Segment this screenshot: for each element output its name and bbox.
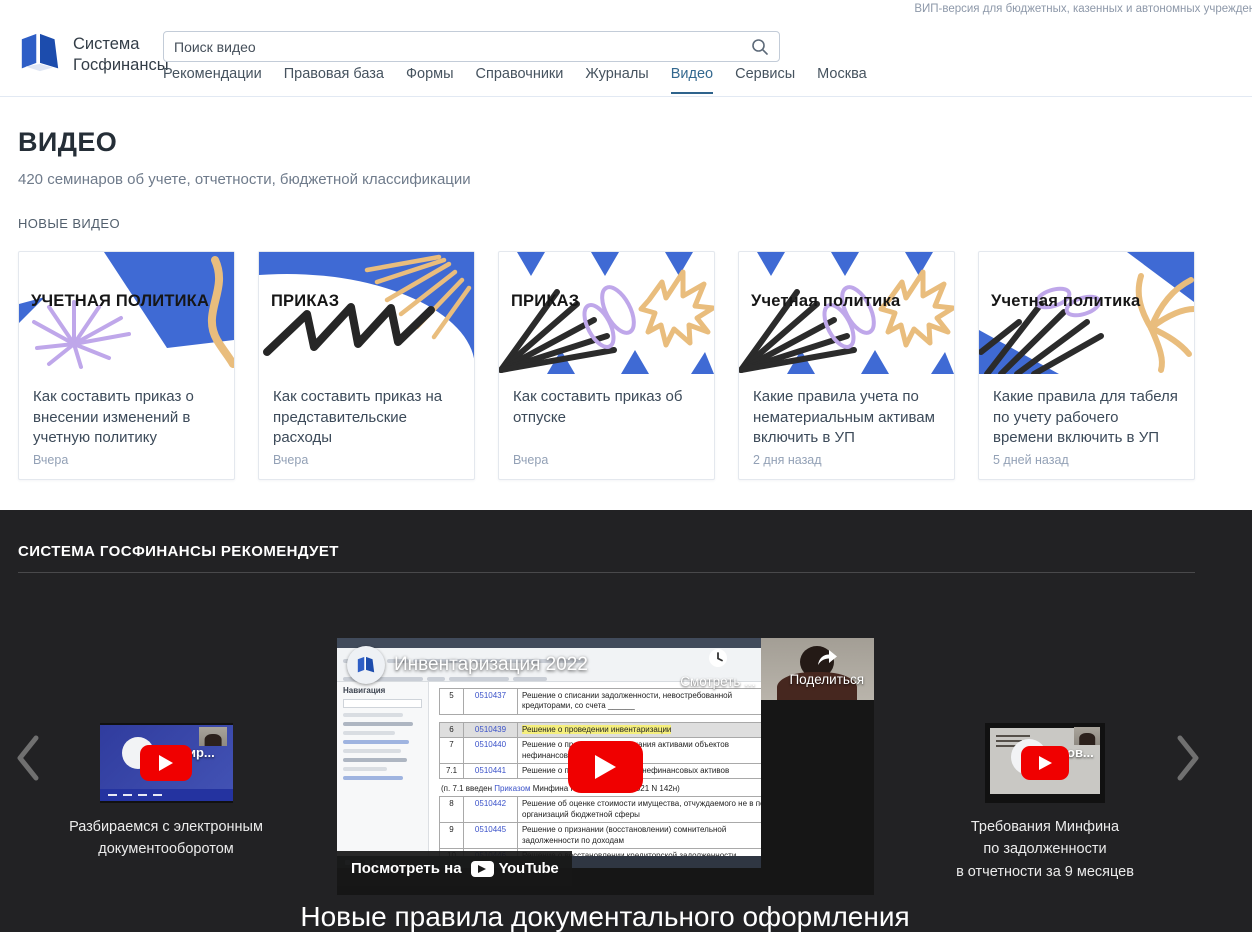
video-date: Вчера <box>33 453 220 467</box>
video-thumbnail: ПРИКАЗ <box>259 252 474 375</box>
nav-item-journals[interactable]: Журналы <box>585 66 648 94</box>
video-card[interactable]: УЧЕТНАЯ ПОЛИТИКА Как составить приказ о … <box>18 251 235 480</box>
search-icon[interactable] <box>751 38 769 56</box>
webcam-preview <box>1074 727 1100 745</box>
carousel-next-caption: Требования Минфина по задолженности в от… <box>915 816 1175 883</box>
video-card[interactable]: ПРИКАЗ Как составить приказ об отпуске В… <box>498 251 715 480</box>
search-bar <box>163 31 780 62</box>
youtube-play-button[interactable] <box>568 741 643 793</box>
video-title: Какие правила учета по нематериальным ак… <box>753 387 940 449</box>
chevron-right-icon <box>1174 769 1202 786</box>
video-title: Как составить приказ о внесении изменени… <box>33 387 220 449</box>
nav-item-forms[interactable]: Формы <box>406 66 454 94</box>
video-date: 5 дней назад <box>993 453 1180 467</box>
logo-text: Система Госфинансы <box>73 34 169 75</box>
video-card-body: Какие правила для табеля по учету рабоче… <box>979 375 1194 479</box>
recommend-section: СИСТЕМА ГОСФИНАНСЫ РЕКОМЕНДУЕТ ир. <box>0 510 1252 932</box>
thumbnail-topic-label: ПРИКАЗ <box>511 292 579 311</box>
table-row: 8 0510442 Решение об оценке стоимости им… <box>439 796 761 823</box>
video-title: Как составить приказ на представительски… <box>273 387 460 449</box>
youtube-player: Навигация 5 0510437 Решение о списан <box>337 638 874 895</box>
carousel-prev-caption: Разбираемся с электронным документооборо… <box>41 816 291 861</box>
carousel-next-video[interactable]: ов... <box>985 723 1105 803</box>
page-subtitle: 420 семинаров об учете, отчетности, бюдж… <box>18 171 1234 188</box>
channel-avatar <box>347 646 385 684</box>
page: ВИП-версия для бюджетных, казенных и авт… <box>0 0 1252 932</box>
carousel-next-button[interactable] <box>1174 734 1202 787</box>
video-thumbnail: ПРИКАЗ <box>499 252 714 375</box>
table-row: 5 0510437 Решение о списании задолженнос… <box>439 688 761 715</box>
nav-item-directories[interactable]: Справочники <box>476 66 564 94</box>
main-video-caption: Новые правила документального оформления <box>300 901 909 932</box>
search-input[interactable] <box>174 39 751 55</box>
thumbnail-topic-label: Учетная политика <box>991 292 1140 311</box>
book-logo-icon <box>18 32 62 77</box>
logo[interactable]: Система Госфинансы <box>18 32 169 77</box>
video-title-fragment: ов... <box>1067 745 1094 760</box>
video-card[interactable]: ПРИКАЗ Как составить приказ на представи… <box>258 251 475 480</box>
player-top-controls: Смотреть ... Поделиться <box>680 648 864 689</box>
video-card[interactable]: Учетная политика Какие правила учета по … <box>738 251 955 480</box>
video-card-body: Как составить приказ об отпуске Вчера <box>499 375 714 479</box>
nav-item-recommendations[interactable]: Рекомендации <box>163 66 262 94</box>
nav-item-legal-base[interactable]: Правовая база <box>284 66 384 94</box>
table-row-highlighted: 6 0510439 Решение о проведении инвентари… <box>439 722 761 738</box>
new-videos-list: УЧЕТНАЯ ПОЛИТИКА Как составить приказ о … <box>18 251 1234 480</box>
video-date: 2 дня назад <box>753 453 940 467</box>
share-arrow-icon <box>816 648 838 669</box>
thumbnail-topic-label: ПРИКАЗ <box>271 292 339 311</box>
watch-later-button[interactable]: Смотреть ... <box>680 648 755 689</box>
nav-item-services[interactable]: Сервисы <box>735 66 795 94</box>
thumbnail-topic-label: УЧЕТНАЯ ПОЛИТИКА <box>31 292 209 311</box>
video-date: Вчера <box>273 453 460 467</box>
video-title: Как составить приказ об отпуске <box>513 387 700 428</box>
new-videos-heading: НОВЫЕ ВИДЕО <box>18 216 1234 231</box>
video-card-body: Как составить приказ о внесении изменени… <box>19 375 234 479</box>
video-title-fragment: ир... <box>188 745 215 760</box>
table-row: 9 0510445 Решение о признании (восстанов… <box>439 822 761 849</box>
video-date: Вчера <box>513 453 700 467</box>
video-card[interactable]: Учетная политика Какие правила для табел… <box>978 251 1195 480</box>
youtube-play-icon <box>140 745 192 781</box>
nav-item-region-moscow[interactable]: Москва <box>817 66 867 94</box>
video-card-body: Как составить приказ на представительски… <box>259 375 474 479</box>
video-title: Какие правила для табеля по учету рабоче… <box>993 387 1180 449</box>
video-thumbnail: Учетная политика <box>739 252 954 375</box>
watch-on-youtube-button[interactable]: Посмотреть на YouTube <box>337 851 572 886</box>
video-card-body: Какие правила учета по нематериальным ак… <box>739 375 954 479</box>
video-page-content: ВИДЕО 420 семинаров об учете, отчетности… <box>0 97 1252 510</box>
vip-version-link[interactable]: ВИП-версия для бюджетных, казенных и авт… <box>914 3 1252 15</box>
player-video-title: Инвентаризация 2022 <box>394 654 588 676</box>
recommend-heading: СИСТЕМА ГОСФИНАНСЫ РЕКОМЕНДУЕТ <box>18 543 339 560</box>
webcam-preview <box>199 727 227 746</box>
book-logo-icon <box>356 656 376 674</box>
thumbnail-topic-label: Учетная политика <box>751 292 900 311</box>
player-title-link[interactable]: Инвентаризация 2022 <box>347 646 588 684</box>
carousel-prev-button[interactable] <box>14 734 42 787</box>
word-navigation-pane: Навигация <box>337 682 429 856</box>
youtube-play-icon <box>1021 746 1069 780</box>
carousel-prev-video[interactable]: ир... <box>100 723 233 803</box>
recommend-divider <box>18 572 1195 573</box>
video-thumbnail: Учетная политика <box>979 252 1194 375</box>
main-nav: Рекомендации Правовая база Формы Справоч… <box>163 66 867 94</box>
chevron-left-icon <box>14 769 42 786</box>
share-button[interactable]: Поделиться <box>789 648 864 689</box>
clock-icon <box>708 648 728 671</box>
youtube-logo-icon: YouTube <box>471 860 559 877</box>
page-title: ВИДЕО <box>18 97 1234 158</box>
nav-item-video-active[interactable]: Видео <box>671 66 713 94</box>
video-thumbnail: УЧЕТНАЯ ПОЛИТИКА <box>19 252 234 375</box>
